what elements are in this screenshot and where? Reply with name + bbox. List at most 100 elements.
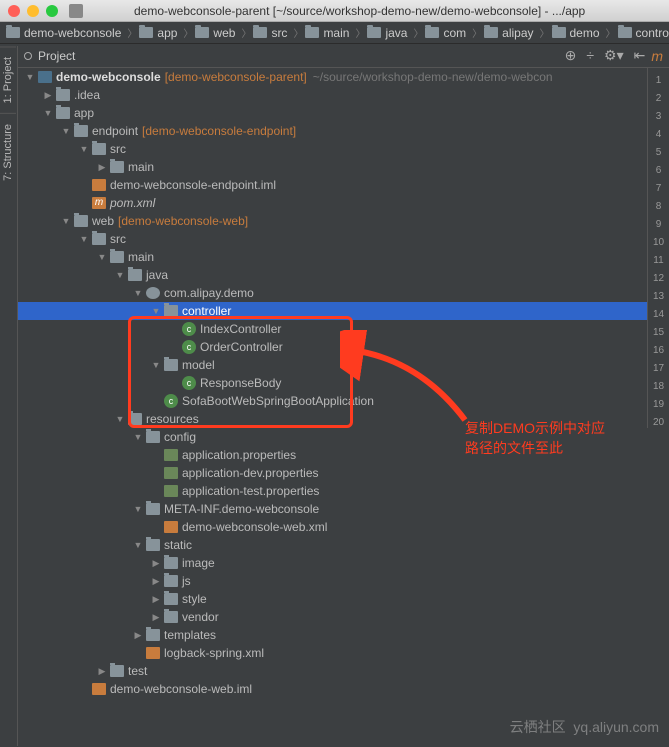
tree-node[interactable]: META-INF.demo-webconsole — [18, 500, 647, 518]
tree-node[interactable]: logback-spring.xml — [18, 644, 647, 662]
path-hint: ~/source/workshop-demo-new/demo-webcon — [313, 70, 553, 84]
tree-node[interactable]: cIndexController — [18, 320, 647, 338]
folder-icon — [128, 269, 142, 281]
expand-arrow[interactable] — [58, 126, 74, 136]
tree-label: templates — [164, 628, 216, 642]
expand-arrow[interactable] — [130, 288, 146, 298]
tree-node[interactable]: config — [18, 428, 647, 446]
expand-arrow[interactable] — [22, 72, 38, 82]
locate-icon[interactable]: ÷ — [586, 47, 594, 64]
iml-icon — [92, 683, 106, 695]
crumb-demo-webconsole[interactable]: demo-webconsole — [4, 26, 123, 40]
crumb-controlle[interactable]: 〉controlle — [602, 25, 669, 40]
expand-arrow[interactable] — [94, 666, 110, 677]
project-tree[interactable]: demo-webconsole [demo-webconsole-parent]… — [18, 68, 647, 747]
tree-node[interactable]: web [demo-webconsole-web] — [18, 212, 647, 230]
tree-node[interactable]: com.alipay.demo — [18, 284, 647, 302]
tree-label: java — [146, 268, 168, 282]
tree-node[interactable]: demo-webconsole [demo-webconsole-parent]… — [18, 68, 647, 86]
tree-node[interactable]: .idea — [18, 86, 647, 104]
tree-node[interactable]: application-dev.properties — [18, 464, 647, 482]
maven-icon: m — [651, 48, 663, 64]
settings-icon[interactable]: ⚙▾ — [604, 47, 624, 64]
tree-node[interactable]: vendor — [18, 608, 647, 626]
crumb-com[interactable]: 〉com — [409, 25, 468, 40]
window-title: demo-webconsole-parent [~/source/worksho… — [134, 4, 585, 18]
line-number: 12 — [648, 270, 669, 288]
tree-node[interactable]: style — [18, 590, 647, 608]
expand-arrow[interactable] — [148, 306, 164, 316]
crumb-src[interactable]: 〉src — [237, 25, 289, 40]
tree-node[interactable]: demo-webconsole-endpoint.iml — [18, 176, 647, 194]
expand-arrow[interactable] — [148, 576, 164, 587]
tree-node[interactable]: demo-webconsole-web.xml — [18, 518, 647, 536]
line-number: 15 — [648, 324, 669, 342]
tree-label: web — [92, 214, 114, 228]
tree-node[interactable]: app — [18, 104, 647, 122]
expand-arrow[interactable] — [148, 612, 164, 623]
maximize-icon[interactable] — [46, 5, 58, 17]
crumb-alipay[interactable]: 〉alipay — [468, 25, 535, 40]
tree-node[interactable]: src — [18, 230, 647, 248]
expand-arrow[interactable] — [40, 108, 56, 118]
expand-arrow[interactable] — [148, 360, 164, 370]
tree-node[interactable]: cOrderController — [18, 338, 647, 356]
expand-arrow[interactable] — [148, 594, 164, 605]
expand-arrow[interactable] — [130, 504, 146, 514]
scope-icon[interactable] — [24, 52, 32, 60]
expand-arrow[interactable] — [130, 630, 146, 641]
tree-node[interactable]: resources — [18, 410, 647, 428]
minimize-icon[interactable] — [27, 5, 39, 17]
tree-node[interactable]: src — [18, 140, 647, 158]
expand-arrow[interactable] — [58, 216, 74, 226]
tree-node[interactable]: model — [18, 356, 647, 374]
expand-arrow[interactable] — [112, 414, 128, 424]
crumb-web[interactable]: 〉web — [179, 25, 237, 40]
close-icon[interactable] — [8, 5, 20, 17]
tree-node[interactable]: main — [18, 158, 647, 176]
line-number: 6 — [648, 162, 669, 180]
crumb-app[interactable]: 〉app — [123, 25, 179, 40]
tree-node[interactable]: main — [18, 248, 647, 266]
xml-icon — [164, 521, 178, 533]
expand-arrow[interactable] — [130, 432, 146, 442]
tree-node[interactable]: static — [18, 536, 647, 554]
expand-arrow[interactable] — [130, 540, 146, 550]
expand-arrow[interactable] — [94, 252, 110, 262]
tree-node[interactable]: application.properties — [18, 446, 647, 464]
tree-label: demo-webconsole-endpoint.iml — [110, 178, 276, 192]
tree-node[interactable]: js — [18, 572, 647, 590]
expand-arrow[interactable] — [40, 90, 56, 101]
expand-arrow[interactable] — [76, 144, 92, 154]
expand-arrow[interactable] — [76, 234, 92, 244]
tree-node[interactable]: test — [18, 662, 647, 680]
tree-node[interactable]: controller — [18, 302, 647, 320]
tree-node[interactable]: java — [18, 266, 647, 284]
project-view-label[interactable]: Project — [38, 49, 565, 63]
crumb-java[interactable]: 〉java — [351, 25, 409, 40]
crumb-demo[interactable]: 〉demo — [536, 25, 602, 40]
tree-node[interactable]: demo-webconsole-web.iml — [18, 680, 647, 698]
tab-structure[interactable]: 7: Structure — [0, 113, 16, 191]
tree-node[interactable]: mpom.xml — [18, 194, 647, 212]
tree-node[interactable]: endpoint [demo-webconsole-endpoint] — [18, 122, 647, 140]
tree-node[interactable]: application-test.properties — [18, 482, 647, 500]
collapse-all-icon[interactable]: ⊕ — [565, 47, 577, 64]
crumb-main[interactable]: 〉main — [289, 25, 351, 40]
tree-label: js — [182, 574, 191, 588]
props-icon — [164, 467, 178, 479]
tree-node[interactable]: templates — [18, 626, 647, 644]
tree-node[interactable]: cResponseBody — [18, 374, 647, 392]
tree-label: pom.xml — [110, 196, 155, 210]
expand-arrow[interactable] — [112, 270, 128, 280]
expand-arrow[interactable] — [148, 558, 164, 569]
hide-icon[interactable]: ⇤ — [634, 47, 646, 64]
tree-node[interactable]: image — [18, 554, 647, 572]
expand-arrow[interactable] — [94, 162, 110, 173]
editor-gutter: 1234567891011121314151617181920 — [647, 68, 669, 428]
tab-project[interactable]: 1: Project — [0, 46, 16, 113]
tree-label: vendor — [182, 610, 219, 624]
app-icon — [69, 4, 83, 18]
tree-label: main — [128, 160, 154, 174]
tree-node[interactable]: cSofaBootWebSpringBootApplication — [18, 392, 647, 410]
